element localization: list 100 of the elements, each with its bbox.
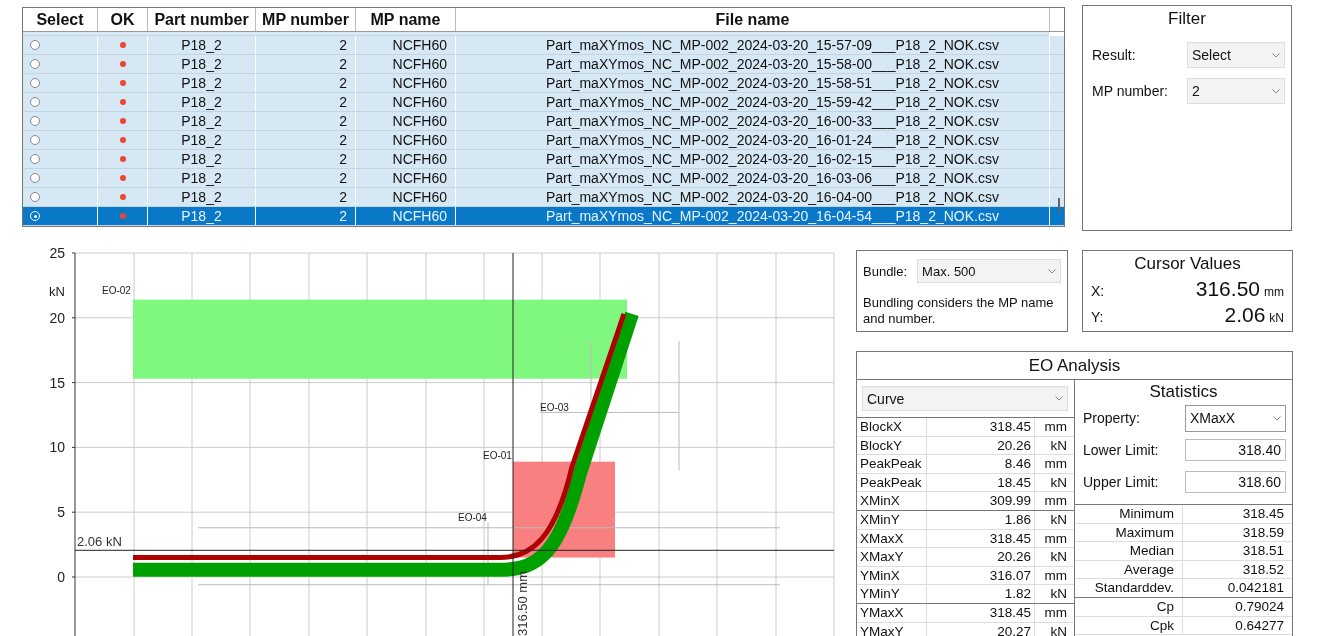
table-cell-text: 318.51 [1241,542,1285,560]
table-cell-text: kN [1049,622,1068,636]
y-unit-label: kN [49,284,65,300]
radio-button[interactable] [30,78,40,88]
section-title: Statistics [1148,382,1219,402]
table-row[interactable]: P18_2 2 NCFH60 Part_maXYmos_NC_MP-002_2024-03-20_15-57-09___P18_2_NOK.csv [23,36,1064,55]
table-cell: 2 [339,151,347,167]
radio-button[interactable] [30,97,40,107]
table-row[interactable]: P18_2 2 NCFH60 Part_maXYmos_NC_MP-002_2024-03-20_16-00-33___P18_2_NOK.csv [23,112,1064,131]
column-header[interactable]: MP name [356,8,456,31]
dropdown[interactable]: XMaxX [1185,404,1286,432]
cursor-crosshair[interactable] [74,252,835,636]
table-cell: 318.45 [927,603,1035,622]
table-cell: 2 [339,132,347,148]
table-cell: Part_maXYmos_NC_MP-002_2024-03-20_16-00-33___P18_2_NOK.csv [546,113,999,129]
dropdown[interactable]: 2 [1187,78,1285,104]
table-cell: Part_maXYmos_NC_MP-002_2024-03-20_16-01-24___P18_2_NOK.csv [546,132,999,148]
panel-title: EO Analysis [857,352,1292,380]
table-row[interactable]: P18_2 2 NCFH60 Part_maXYmos_NC_MP-002_2024-03-20_15-58-00___P18_2_NOK.csv [23,55,1064,74]
column-header[interactable]: File name [456,8,1050,31]
table-cell: P18_2 [181,208,222,224]
y-tick-label: 10 [49,439,65,456]
table-cell-text: kN [1049,473,1068,492]
radio-button[interactable] [30,40,40,50]
table-cell-text: 0.042181 [1226,579,1285,597]
scrollbar-thumb[interactable] [1058,198,1060,212]
radio-button[interactable] [30,59,40,69]
table-cell: 20.26 [927,548,1035,566]
table-row[interactable]: P18_2 2 NCFH60 Part_maXYmos_NC_MP-002_2024-03-20_16-04-00___P18_2_NOK.csv [23,188,1064,207]
dropdown[interactable]: Max. 500 [917,259,1061,283]
column-header[interactable]: OK [98,8,148,31]
table-cell-text: 318.52 [1241,560,1285,579]
window-label: EO-02 [102,285,131,297]
table-cell: BlockY [857,436,927,455]
table-cell: 2 [339,75,347,91]
cursor-value: 316.50 [1195,277,1260,301]
table-cell: Part_maXYmos_NC_MP-002_2024-03-20_15-59-42___P18_2_NOK.csv [546,94,999,110]
table-cell-text: kN [1049,510,1068,529]
column-header[interactable]: MP number [256,8,356,31]
table-cell-text: mm [1043,529,1068,548]
table-cell: YMaxY [857,622,927,636]
field-label: Y: [1091,309,1104,325]
radio-button[interactable] [30,135,40,145]
table-cell: Standarddev. [1075,579,1183,597]
unit-label: kN [1269,311,1284,325]
table-cell-text: mm [1043,418,1068,436]
table-cell: 2 [339,113,347,129]
table-cell: Part_maXYmos_NC_MP-002_2024-03-20_16-04-54___P18_2_NOK.csv [546,208,999,224]
unit-label: mm [1264,285,1284,299]
panel-title: Cursor Values [1133,253,1242,275]
table-row[interactable]: P18_2 2 NCFH60 Part_maXYmos_NC_MP-002_2024-03-20_16-01-24___P18_2_NOK.csv [23,131,1064,150]
table-cell-text: kN [1049,585,1068,603]
table-cell: 318.45 [927,418,1035,436]
table-cell: 2 [339,94,347,110]
dropdown[interactable]: Curve [862,386,1068,411]
input-field[interactable]: 318.40 [1185,439,1286,461]
table-cell: NCFH60 [392,151,447,167]
table-cell: Part_maXYmos_NC_MP-002_2024-03-20_15-58-51___P18_2_NOK.csv [546,75,999,91]
table-cell-text: kN [1049,436,1068,455]
column-header[interactable]: Select [23,8,98,31]
radio-button[interactable] [30,116,40,126]
table-row[interactable]: P18_2 2 NCFH60 Part_maXYmos_NC_MP-002_2024-03-20_15-59-42___P18_2_NOK.csv [23,93,1064,112]
table-cell: 2 [339,37,347,53]
table-cell: Part_maXYmos_NC_MP-002_2024-03-20_16-04-00___P18_2_NOK.csv [546,189,999,205]
table-cell: NCFH60 [392,56,447,72]
table-cell-text: 0.64277 [1234,616,1285,635]
table-cell: NCFH60 [392,208,447,224]
column-header[interactable]: Part number [148,8,256,31]
table-cell-text: 318.45 [1241,505,1285,523]
field-label: Lower Limit: [1083,442,1160,458]
table-cell: P18_2 [181,113,222,129]
table-cell: P18_2 [181,170,222,186]
radio-button[interactable] [30,192,40,202]
table-cell-text: kN [1049,548,1068,566]
table-row[interactable]: P18_2 2 NCFH60 Part_maXYmos_NC_MP-002_2024-03-20_16-03-06___P18_2_NOK.csv [23,169,1064,188]
table-cell: P18_2 [181,75,222,91]
radio-button[interactable] [30,154,40,164]
table-cell: NCFH60 [392,37,447,53]
envelope-window[interactable] [133,299,627,379]
radio-button[interactable] [30,173,40,183]
table-cell: P18_2 [181,94,222,110]
y-tick-label: 5 [57,504,65,521]
input-field[interactable]: 318.60 [1185,471,1286,493]
table-cell: Part_maXYmos_NC_MP-002_2024-03-20_16-03-06___P18_2_NOK.csv [546,170,999,186]
y-tick-label: 0 [57,569,65,585]
dropdown[interactable]: Select [1187,42,1285,68]
table-cell: BlockX [857,418,927,436]
table-cell: P18_2 [181,132,222,148]
table-cell: NCFH60 [392,189,447,205]
table-cell: YMinY [857,585,927,603]
table-row[interactable]: P18_2 2 NCFH60 Part_maXYmos_NC_MP-002_2024-03-20_16-02-15___P18_2_NOK.csv [23,150,1064,169]
table-cell: 1.82 [927,585,1035,603]
table-cell: NCFH60 [392,75,447,91]
table-cell: 309.99 [927,492,1035,510]
table-row[interactable]: P18_2 2 NCFH60 Part_maXYmos_NC_MP-002_2024-03-20_15-58-51___P18_2_NOK.csv [23,74,1064,93]
table-cell: Part_maXYmos_NC_MP-002_2024-03-20_15-58-00___P18_2_NOK.csv [546,56,999,72]
table-cell: 1.86 [927,510,1035,529]
table-row[interactable]: P18_2 2 NCFH60 Part_maXYmos_NC_MP-002_2024-03-20_16-04-54___P18_2_NOK.csv [23,207,1064,226]
table-cell: NCFH60 [392,170,447,186]
window-label: EO-03 [540,402,569,414]
